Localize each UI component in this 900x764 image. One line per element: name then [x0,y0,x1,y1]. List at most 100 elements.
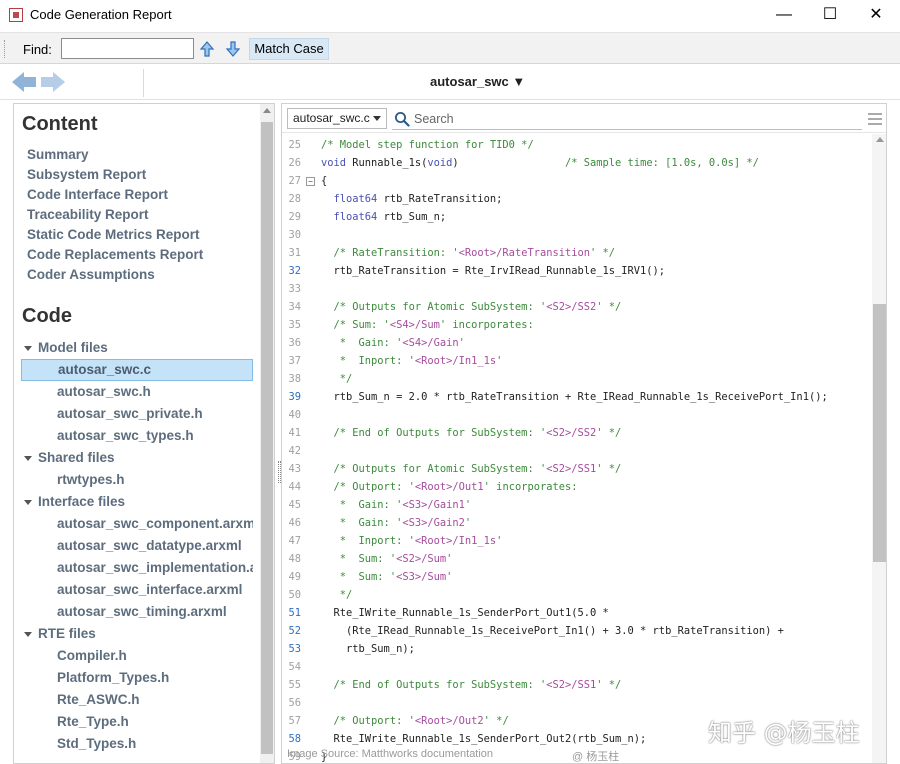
code-line: 50 */ [282,586,872,604]
code-token: <S2>/SS1 [546,679,597,691]
code-token: <S3>/Sum [396,571,447,583]
code-text: (Rte_IRead_Runnable_1s_ReceivePort_In1()… [321,622,784,640]
maximize-button[interactable]: ☐ [807,0,853,32]
code-token: rtb_Sum_n); [321,643,415,655]
link-summary[interactable]: Summary [27,147,89,162]
code-token: * Inport: ' [321,535,415,547]
code-text: * Sum: '<S2>/Sum' [321,550,453,568]
find-previous-button[interactable] [198,40,216,58]
group-model-files[interactable]: Model files [24,340,108,355]
code-text: rtb_Sum_n); [321,640,415,658]
file-item-timing-arxml[interactable]: autosar_swc_timing.arxml [21,601,253,623]
file-item-autosar-swc-types-h[interactable]: autosar_swc_types.h [21,425,253,447]
code-line: 27−{ [282,172,872,190]
file-item-autosar-swc-c[interactable]: autosar_swc.c [21,359,253,381]
line-number: 42 [288,445,301,457]
code-editor[interactable]: 25 /* Model step function for TID0 */ 26 vo… [282,134,872,763]
file-item-platform-types-h[interactable]: Platform_Types.h [21,667,253,689]
line-number: 36 [288,337,301,349]
code-line: 46 * Gain: '<S3>/Gain2' [282,514,872,532]
arrow-down-icon [225,41,241,57]
scroll-up-arrow-icon[interactable] [876,137,884,142]
code-token: float64 [321,211,378,223]
code-token: ' [458,337,465,349]
code-token: */ [321,589,353,601]
code-text: /* RateTransition: '<Root>/RateTransitio… [321,244,616,262]
group-shared-files[interactable]: Shared files [24,450,115,465]
group-rte-files[interactable]: RTE files [24,626,96,641]
app-icon [9,8,23,22]
line-number[interactable]: 53 [282,640,301,658]
minimize-button[interactable]: — [761,0,807,32]
file-select-dropdown[interactable]: autosar_swc.c [287,108,387,129]
expand-triangle-icon[interactable] [24,345,32,351]
code-text: float64 rtb_RateTransition; [321,190,503,208]
file-item-autosar-swc-h[interactable]: autosar_swc.h [21,381,253,403]
code-token: rtb_RateTransition = Rte_IrvIRead_Runnab… [321,265,666,277]
file-item-implementation-arxml[interactable]: autosar_swc_implementation.arxml [21,557,253,579]
code-token: /* End of Outputs for SubSystem: ' [321,427,547,439]
code-line: 48 * Sum: '<S2>/Sum' [282,550,872,568]
code-line: 44 /* Outport: '<Root>/Out1' incorporate… [282,478,872,496]
menu-icon[interactable] [868,113,882,125]
line-number: 34 [288,301,301,313]
line-number[interactable]: 52 [282,622,301,640]
link-coder-assumptions[interactable]: Coder Assumptions [27,267,155,282]
code-token: ' [496,355,503,367]
code-search-box[interactable] [392,108,862,130]
file-item-interface-arxml[interactable]: autosar_swc_interface.arxml [21,579,253,601]
file-item-datatype-arxml[interactable]: autosar_swc_datatype.arxml [21,535,253,557]
toolbar-grip-icon[interactable] [4,40,7,58]
file-item-std-types-h[interactable]: Std_Types.h [21,733,253,755]
code-text: void Runnable_1s(void) /* Sample time: [… [321,154,759,172]
code-token: /* Sample time: [1.0s, 0.0s] */ [565,157,759,169]
code-token: ) [452,157,565,169]
line-number[interactable]: 51 [282,604,301,622]
group-interface-files[interactable]: Interface files [24,494,125,509]
expand-triangle-icon[interactable] [24,455,32,461]
expand-triangle-icon[interactable] [24,631,32,637]
expand-triangle-icon[interactable] [24,499,32,505]
code-line: 55 /* End of Outputs for SubSystem: '<S2… [282,676,872,694]
link-static-code-metrics-report[interactable]: Static Code Metrics Report [27,227,200,242]
code-line: 56 [282,694,872,712]
contents-scroll-thumb[interactable] [261,122,273,754]
file-item-compiler-h[interactable]: Compiler.h [21,645,253,667]
line-number[interactable]: 39 [282,388,301,406]
link-traceability-report[interactable]: Traceability Report [27,207,149,222]
navigation-bar: autosar_swc ▼ [0,64,900,100]
code-scroll-thumb[interactable] [873,304,886,562]
close-button[interactable]: ✕ [853,0,899,32]
file-item-autosar-swc-private-h[interactable]: autosar_swc_private.h [21,403,253,425]
forward-button[interactable] [40,70,66,94]
find-next-button[interactable] [224,40,242,58]
code-text: Rte_IWrite_Runnable_1s_SenderPort_Out2(r… [321,730,647,748]
match-case-toggle[interactable]: Match Case [249,38,329,60]
line-number[interactable]: 58 [282,730,301,748]
back-button[interactable] [11,70,37,94]
nav-separator [143,69,144,97]
code-line: 34 /* Outputs for Atomic SubSystem: '<S2… [282,298,872,316]
author-caption: @ 杨玉柱 [572,751,620,763]
file-item-rte-aswc-h[interactable]: Rte_ASWC.h [21,689,253,711]
find-input[interactable] [61,38,194,59]
code-text: * Inport: '<Root>/In1_1s' [321,532,503,550]
line-number: 44 [288,481,301,493]
code-token: rtb_Sum_n = 2.0 * rtb_RateTransition + R… [321,391,828,403]
scroll-up-arrow-icon[interactable] [263,108,271,113]
line-number[interactable]: 32 [282,262,301,280]
line-number: 45 [288,499,301,511]
group-label: Model files [38,340,108,355]
link-subsystem-report[interactable]: Subsystem Report [27,167,146,182]
code-line: 42 [282,442,872,460]
file-item-rte-type-h[interactable]: Rte_Type.h [21,711,253,733]
file-item-component-arxml[interactable]: autosar_swc_component.arxml [21,513,253,535]
collapse-icon[interactable]: − [306,177,315,186]
project-dropdown[interactable]: autosar_swc ▼ [430,74,525,89]
link-code-interface-report[interactable]: Code Interface Report [27,187,168,202]
link-code-replacements-report[interactable]: Code Replacements Report [27,247,203,262]
code-line: 26 void Runnable_1s(void) /* Sample time:… [282,154,872,172]
code-search-input[interactable] [412,109,852,128]
file-item-rtwtypes-h[interactable]: rtwtypes.h [21,469,253,491]
code-token: * Sum: ' [321,553,397,565]
